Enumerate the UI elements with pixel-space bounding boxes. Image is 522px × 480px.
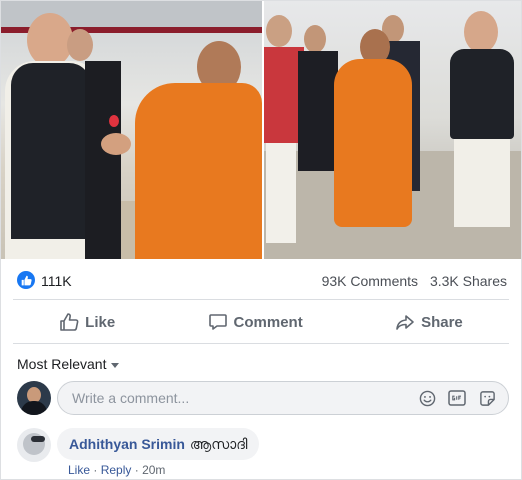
comment-reply-link[interactable]: Reply bbox=[101, 463, 132, 477]
composer-icons bbox=[418, 389, 496, 407]
person-saffron-robe bbox=[334, 59, 412, 227]
comment-sort-dropdown[interactable]: Most Relevant bbox=[17, 356, 120, 372]
person-face bbox=[266, 15, 292, 47]
person-face bbox=[27, 13, 73, 67]
caret-down-icon bbox=[111, 362, 120, 368]
comment-text: ആസാദി bbox=[189, 435, 248, 452]
person-face bbox=[67, 29, 93, 61]
comment-composer bbox=[57, 381, 509, 415]
hands bbox=[101, 133, 131, 155]
comment-label: Comment bbox=[233, 313, 303, 331]
post-stats: 111K 93K Comments 3.3K Shares bbox=[1, 265, 521, 295]
engagement-counts: 93K Comments 3.3K Shares bbox=[314, 273, 507, 289]
thumbs-up-icon[interactable] bbox=[17, 271, 35, 289]
comment-like-link[interactable]: Like bbox=[68, 463, 90, 477]
gif-icon[interactable] bbox=[448, 389, 466, 407]
share-button[interactable]: Share bbox=[395, 312, 463, 332]
speech-bubble-icon bbox=[208, 312, 228, 332]
reaction-count[interactable]: 111K bbox=[41, 273, 72, 289]
share-arrow-icon bbox=[395, 312, 415, 332]
comment-button[interactable]: Comment bbox=[208, 312, 303, 332]
post-actions: Like Comment Share bbox=[13, 305, 509, 339]
avatar[interactable] bbox=[17, 428, 51, 462]
person-face bbox=[464, 11, 498, 53]
person-suit bbox=[85, 61, 121, 259]
comments-count[interactable]: 93K Comments bbox=[322, 273, 418, 289]
thumbs-up-icon bbox=[59, 312, 79, 332]
person-suit bbox=[298, 51, 338, 171]
divider bbox=[13, 343, 509, 344]
flower bbox=[109, 115, 119, 127]
avatar-body bbox=[21, 401, 47, 415]
comment-meta: Like · Reply · 20m bbox=[68, 463, 165, 477]
shares-count[interactable]: 3.3K Shares bbox=[430, 273, 507, 289]
post-photo-right[interactable] bbox=[264, 1, 521, 259]
comment-time[interactable]: 20m bbox=[142, 463, 165, 477]
post-photo-left[interactable] bbox=[1, 1, 262, 259]
sticker-icon[interactable] bbox=[478, 389, 496, 407]
comment-input[interactable] bbox=[70, 382, 394, 414]
avatar[interactable] bbox=[17, 381, 51, 415]
avatar-hair bbox=[31, 436, 45, 442]
sort-label: Most Relevant bbox=[17, 356, 107, 372]
person-vest bbox=[450, 49, 514, 139]
emoji-icon[interactable] bbox=[418, 389, 436, 407]
like-label: Like bbox=[85, 313, 116, 331]
separator: · bbox=[93, 463, 101, 477]
divider bbox=[13, 299, 509, 300]
person-kurta bbox=[454, 139, 510, 227]
post-card: 111K 93K Comments 3.3K Shares Like Comme… bbox=[0, 0, 522, 480]
person-vest bbox=[11, 63, 91, 239]
comment-bubble: Adhithyan Srimin ആസാദി bbox=[57, 428, 260, 460]
person-face bbox=[304, 25, 326, 53]
person-white-trousers bbox=[266, 143, 296, 243]
share-label: Share bbox=[421, 313, 463, 331]
separator: · bbox=[134, 463, 143, 477]
like-button[interactable]: Like bbox=[59, 312, 115, 332]
comment-author[interactable]: Adhithyan Srimin bbox=[69, 436, 185, 452]
person-saffron-robe bbox=[135, 83, 262, 259]
